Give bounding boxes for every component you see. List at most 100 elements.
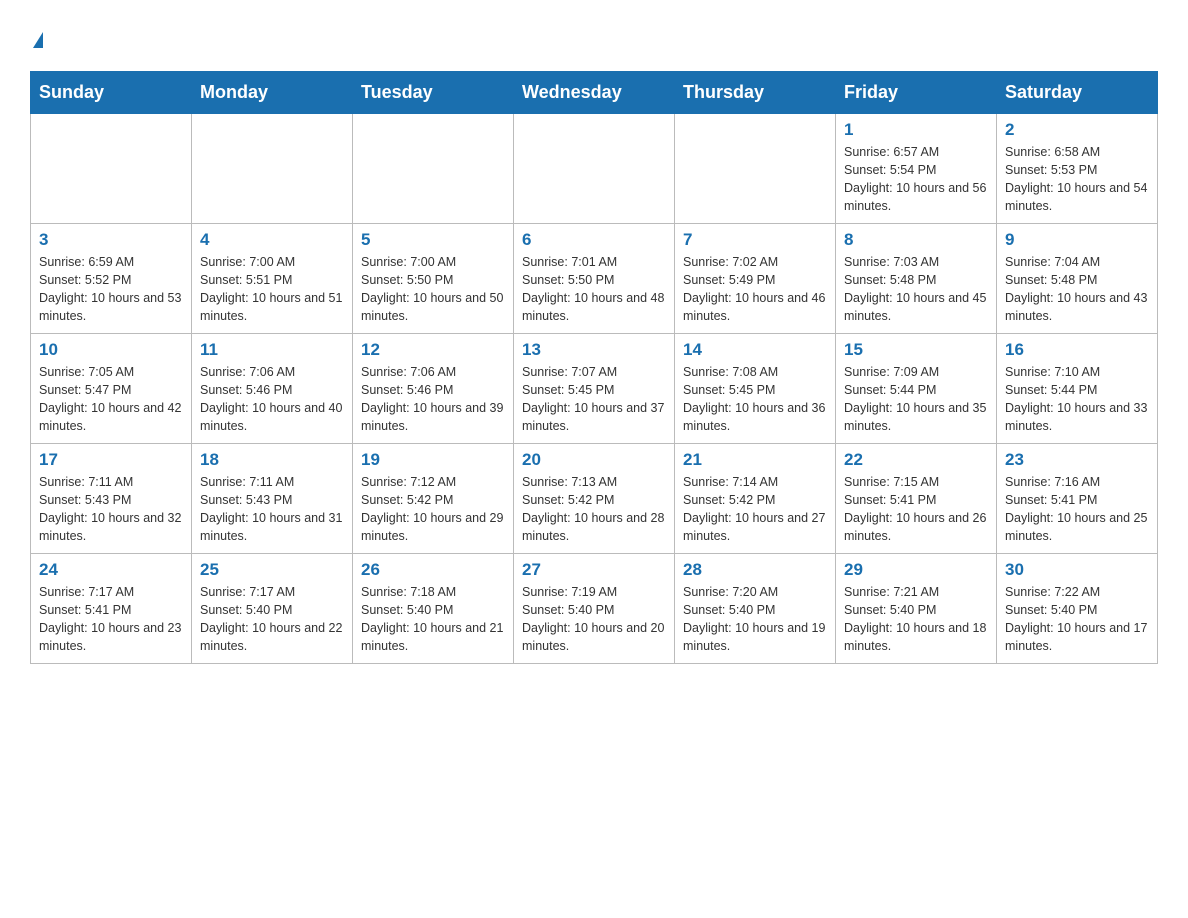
day-number: 7 <box>683 230 827 250</box>
calendar-cell: 16 Sunrise: 7:10 AMSunset: 5:44 PMDayligh… <box>997 333 1158 443</box>
week-row-5: 24 Sunrise: 7:17 AMSunset: 5:41 PMDayligh… <box>31 553 1158 663</box>
week-row-3: 10Sunrise: 7:05 AMSunset: 5:47 PMDayligh… <box>31 333 1158 443</box>
day-info: Sunrise: 7:08 AMSunset: 5:45 PMDaylight:… <box>683 363 827 436</box>
day-info: Sunrise: 6:57 AMSunset: 5:54 PMDaylight:… <box>844 143 988 216</box>
calendar-cell: 13 Sunrise: 7:07 AMSunset: 5:45 PMDayligh… <box>514 333 675 443</box>
day-info: Sunrise: 7:19 AMSunset: 5:40 PMDaylight:… <box>522 583 666 656</box>
day-number: 19 <box>361 450 505 470</box>
logo <box>30 20 43 51</box>
calendar-cell: 11 Sunrise: 7:06 AMSunset: 5:46 PMDayligh… <box>192 333 353 443</box>
day-number: 15 <box>844 340 988 360</box>
day-info: Sunrise: 7:11 AMSunset: 5:43 PMDaylight:… <box>200 473 344 546</box>
day-info: Sunrise: 7:05 AMSunset: 5:47 PMDaylight:… <box>39 363 183 436</box>
day-info: Sunrise: 7:21 AMSunset: 5:40 PMDaylight:… <box>844 583 988 656</box>
day-info: Sunrise: 7:07 AMSunset: 5:45 PMDaylight:… <box>522 363 666 436</box>
day-info: Sunrise: 7:04 AMSunset: 5:48 PMDaylight:… <box>1005 253 1149 326</box>
calendar-table: SundayMondayTuesdayWednesdayThursdayFrid… <box>30 71 1158 664</box>
day-number: 22 <box>844 450 988 470</box>
weekday-header-friday: Friday <box>836 71 997 113</box>
day-info: Sunrise: 7:15 AMSunset: 5:41 PMDaylight:… <box>844 473 988 546</box>
calendar-cell <box>31 113 192 223</box>
calendar-cell: 17 Sunrise: 7:11 AMSunset: 5:43 PMDayligh… <box>31 443 192 553</box>
weekday-header-wednesday: Wednesday <box>514 71 675 113</box>
logo-triangle-icon <box>33 32 43 48</box>
day-number: 13 <box>522 340 666 360</box>
calendar-cell: 15 Sunrise: 7:09 AMSunset: 5:44 PMDayligh… <box>836 333 997 443</box>
day-info: Sunrise: 7:13 AMSunset: 5:42 PMDaylight:… <box>522 473 666 546</box>
day-number: 12 <box>361 340 505 360</box>
calendar-cell: 20 Sunrise: 7:13 AMSunset: 5:42 PMDayligh… <box>514 443 675 553</box>
day-number: 6 <box>522 230 666 250</box>
day-info: Sunrise: 7:20 AMSunset: 5:40 PMDaylight:… <box>683 583 827 656</box>
page-header <box>30 20 1158 51</box>
calendar-cell: 14 Sunrise: 7:08 AMSunset: 5:45 PMDayligh… <box>675 333 836 443</box>
day-number: 4 <box>200 230 344 250</box>
calendar-cell <box>514 113 675 223</box>
weekday-header-tuesday: Tuesday <box>353 71 514 113</box>
day-number: 27 <box>522 560 666 580</box>
day-info: Sunrise: 6:58 AMSunset: 5:53 PMDaylight:… <box>1005 143 1149 216</box>
day-number: 11 <box>200 340 344 360</box>
calendar-cell: 6Sunrise: 7:01 AMSunset: 5:50 PMDaylight… <box>514 223 675 333</box>
calendar-cell: 24 Sunrise: 7:17 AMSunset: 5:41 PMDayligh… <box>31 553 192 663</box>
day-info: Sunrise: 7:03 AMSunset: 5:48 PMDaylight:… <box>844 253 988 326</box>
day-info: Sunrise: 7:00 AMSunset: 5:51 PMDaylight:… <box>200 253 344 326</box>
day-number: 23 <box>1005 450 1149 470</box>
day-number: 29 <box>844 560 988 580</box>
calendar-cell <box>192 113 353 223</box>
day-number: 20 <box>522 450 666 470</box>
calendar-cell: 12 Sunrise: 7:06 AMSunset: 5:46 PMDayligh… <box>353 333 514 443</box>
weekday-header-row: SundayMondayTuesdayWednesdayThursdayFrid… <box>31 71 1158 113</box>
day-number: 21 <box>683 450 827 470</box>
calendar-cell: 30 Sunrise: 7:22 AMSunset: 5:40 PMDayligh… <box>997 553 1158 663</box>
calendar-cell: 29 Sunrise: 7:21 AMSunset: 5:40 PMDayligh… <box>836 553 997 663</box>
day-number: 2 <box>1005 120 1149 140</box>
calendar-cell: 19 Sunrise: 7:12 AMSunset: 5:42 PMDayligh… <box>353 443 514 553</box>
day-number: 14 <box>683 340 827 360</box>
calendar-cell: 27 Sunrise: 7:19 AMSunset: 5:40 PMDayligh… <box>514 553 675 663</box>
weekday-header-sunday: Sunday <box>31 71 192 113</box>
day-number: 16 <box>1005 340 1149 360</box>
day-info: Sunrise: 7:18 AMSunset: 5:40 PMDaylight:… <box>361 583 505 656</box>
weekday-header-saturday: Saturday <box>997 71 1158 113</box>
day-number: 8 <box>844 230 988 250</box>
day-info: Sunrise: 7:14 AMSunset: 5:42 PMDaylight:… <box>683 473 827 546</box>
calendar-cell: 10Sunrise: 7:05 AMSunset: 5:47 PMDayligh… <box>31 333 192 443</box>
day-info: Sunrise: 7:16 AMSunset: 5:41 PMDaylight:… <box>1005 473 1149 546</box>
day-info: Sunrise: 7:06 AMSunset: 5:46 PMDaylight:… <box>200 363 344 436</box>
day-info: Sunrise: 6:59 AMSunset: 5:52 PMDaylight:… <box>39 253 183 326</box>
week-row-4: 17 Sunrise: 7:11 AMSunset: 5:43 PMDayligh… <box>31 443 1158 553</box>
day-info: Sunrise: 7:11 AMSunset: 5:43 PMDaylight:… <box>39 473 183 546</box>
day-number: 18 <box>200 450 344 470</box>
day-number: 5 <box>361 230 505 250</box>
day-info: Sunrise: 7:12 AMSunset: 5:42 PMDaylight:… <box>361 473 505 546</box>
day-info: Sunrise: 7:09 AMSunset: 5:44 PMDaylight:… <box>844 363 988 436</box>
calendar-cell: 23 Sunrise: 7:16 AMSunset: 5:41 PMDayligh… <box>997 443 1158 553</box>
day-info: Sunrise: 7:06 AMSunset: 5:46 PMDaylight:… <box>361 363 505 436</box>
calendar-cell: 18 Sunrise: 7:11 AMSunset: 5:43 PMDayligh… <box>192 443 353 553</box>
calendar-cell: 7Sunrise: 7:02 AMSunset: 5:49 PMDaylight… <box>675 223 836 333</box>
calendar-cell: 4 Sunrise: 7:00 AMSunset: 5:51 PMDaylight… <box>192 223 353 333</box>
day-number: 24 <box>39 560 183 580</box>
calendar-cell: 1 Sunrise: 6:57 AMSunset: 5:54 PMDaylight… <box>836 113 997 223</box>
calendar-cell: 28 Sunrise: 7:20 AMSunset: 5:40 PMDayligh… <box>675 553 836 663</box>
day-info: Sunrise: 7:22 AMSunset: 5:40 PMDaylight:… <box>1005 583 1149 656</box>
day-number: 1 <box>844 120 988 140</box>
week-row-1: 1 Sunrise: 6:57 AMSunset: 5:54 PMDaylight… <box>31 113 1158 223</box>
day-number: 9 <box>1005 230 1149 250</box>
day-info: Sunrise: 7:10 AMSunset: 5:44 PMDaylight:… <box>1005 363 1149 436</box>
weekday-header-monday: Monday <box>192 71 353 113</box>
day-info: Sunrise: 7:17 AMSunset: 5:41 PMDaylight:… <box>39 583 183 656</box>
day-number: 25 <box>200 560 344 580</box>
day-number: 17 <box>39 450 183 470</box>
calendar-cell: 2 Sunrise: 6:58 AMSunset: 5:53 PMDaylight… <box>997 113 1158 223</box>
week-row-2: 3 Sunrise: 6:59 AMSunset: 5:52 PMDaylight… <box>31 223 1158 333</box>
calendar-cell: 26Sunrise: 7:18 AMSunset: 5:40 PMDayligh… <box>353 553 514 663</box>
calendar-cell <box>675 113 836 223</box>
calendar-cell: 21 Sunrise: 7:14 AMSunset: 5:42 PMDayligh… <box>675 443 836 553</box>
logo-top-line <box>30 20 43 51</box>
day-number: 3 <box>39 230 183 250</box>
day-number: 28 <box>683 560 827 580</box>
day-number: 30 <box>1005 560 1149 580</box>
calendar-cell: 25Sunrise: 7:17 AMSunset: 5:40 PMDayligh… <box>192 553 353 663</box>
